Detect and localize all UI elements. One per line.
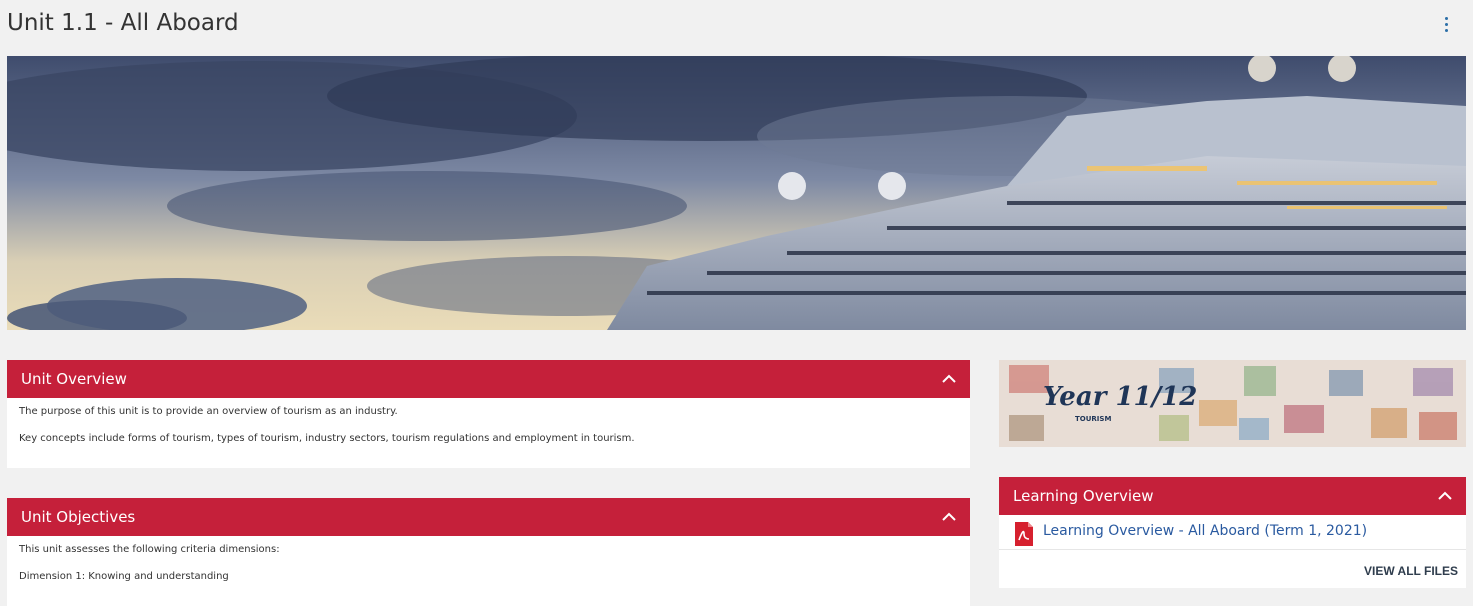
view-all-files-link[interactable]: VIEW ALL FILES: [1364, 564, 1458, 578]
year-tile-subtitle: TOURISM: [1075, 415, 1111, 423]
objectives-paragraph: This unit assesses the following criteri…: [19, 544, 280, 555]
unit-overview-title: Unit Overview: [21, 370, 127, 388]
unit-objectives-body: This unit assesses the following criteri…: [7, 536, 970, 606]
chevron-up-icon[interactable]: [940, 498, 958, 536]
file-list-item[interactable]: Learning Overview - All Aboard (Term 1, …: [999, 515, 1466, 550]
chevron-up-icon[interactable]: [1436, 477, 1454, 515]
learning-overview-panel: Learning Overview Learning Overview - Al…: [999, 477, 1466, 588]
unit-objectives-header[interactable]: Unit Objectives: [7, 498, 970, 536]
overview-paragraph: Key concepts include forms of tourism, t…: [19, 433, 635, 444]
unit-overview-body: The purpose of this unit is to provide a…: [7, 398, 970, 468]
unit-overview-panel: Unit Overview The purpose of this unit i…: [7, 360, 970, 468]
unit-overview-header[interactable]: Unit Overview: [7, 360, 970, 398]
unit-objectives-title: Unit Objectives: [21, 508, 136, 526]
page-title: Unit 1.1 - All Aboard: [7, 10, 239, 36]
chevron-up-icon[interactable]: [940, 360, 958, 398]
unit-banner-image: [7, 56, 1466, 330]
pdf-icon: [1015, 522, 1033, 546]
objectives-paragraph: Dimension 1: Knowing and understanding: [19, 571, 229, 582]
more-vertical-icon[interactable]: [1438, 14, 1456, 38]
overview-paragraph: The purpose of this unit is to provide a…: [19, 406, 398, 417]
learning-overview-title: Learning Overview: [1013, 487, 1154, 505]
page-header: Unit 1.1 - All Aboard: [0, 0, 1473, 52]
year-tile-title: Year 11/12: [1043, 382, 1197, 412]
learning-overview-file-link[interactable]: Learning Overview - All Aboard (Term 1, …: [1043, 523, 1367, 539]
unit-objectives-panel: Unit Objectives This unit assesses the f…: [7, 498, 970, 606]
learning-overview-header[interactable]: Learning Overview: [999, 477, 1466, 515]
year-tourism-tile[interactable]: Year 11/12 TOURISM: [999, 360, 1466, 447]
